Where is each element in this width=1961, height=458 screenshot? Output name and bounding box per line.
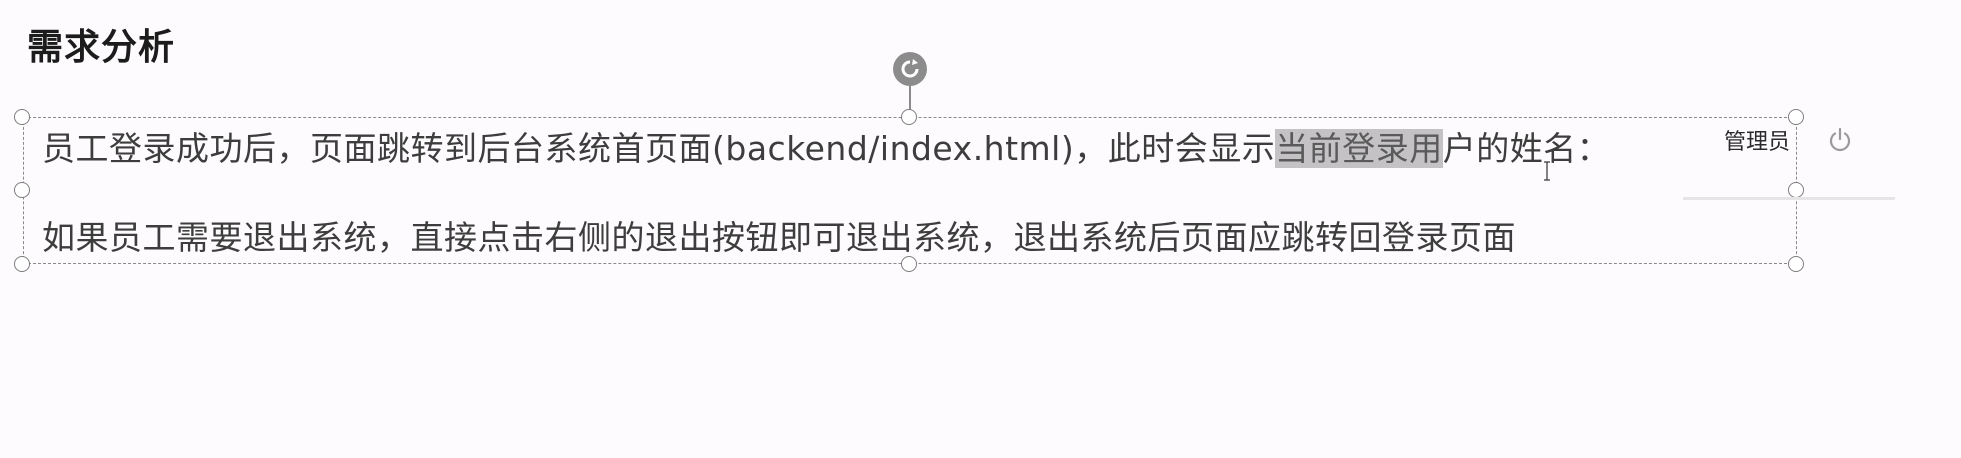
logout-button[interactable] [1822,122,1858,158]
header-divider [1683,197,1895,200]
resize-handle-top-left[interactable] [14,109,30,125]
rotate-handle[interactable] [893,52,927,86]
power-icon [1829,127,1851,152]
resize-handle-middle-left[interactable] [14,182,30,198]
rotate-icon [901,59,919,78]
line-1-text-before: 员工登录成功后，页面跳转到后台系统首页面(backend/index.html)… [42,129,1276,168]
selected-text: 当前登录用 [1275,129,1443,168]
user-name-label: 管理员 [1724,130,1791,155]
textbox-line-1[interactable]: 员工登录成功后，页面跳转到后台系统首页面(backend/index.html)… [42,122,1610,170]
resize-handle-middle-right[interactable] [1788,182,1804,198]
page-title: 需求分析 [27,27,176,68]
resize-handle-bottom-right[interactable] [1788,256,1804,272]
resize-handle-top-right[interactable] [1788,109,1804,125]
text-cursor-icon [1543,160,1550,182]
slide-canvas: 需求分析 员工登录成功后，页面跳转到后台系统首页面(backend/index.… [0,0,1961,458]
textbox-line-2[interactable]: 如果员工需要退出系统，直接点击右侧的退出按钮即可退出系统，退出系统后页面应跳转回… [42,211,1516,259]
rotate-stem [909,84,911,111]
line-1-text-after: 户的姓名： [1442,129,1611,168]
resize-handle-bottom-left[interactable] [14,256,30,272]
